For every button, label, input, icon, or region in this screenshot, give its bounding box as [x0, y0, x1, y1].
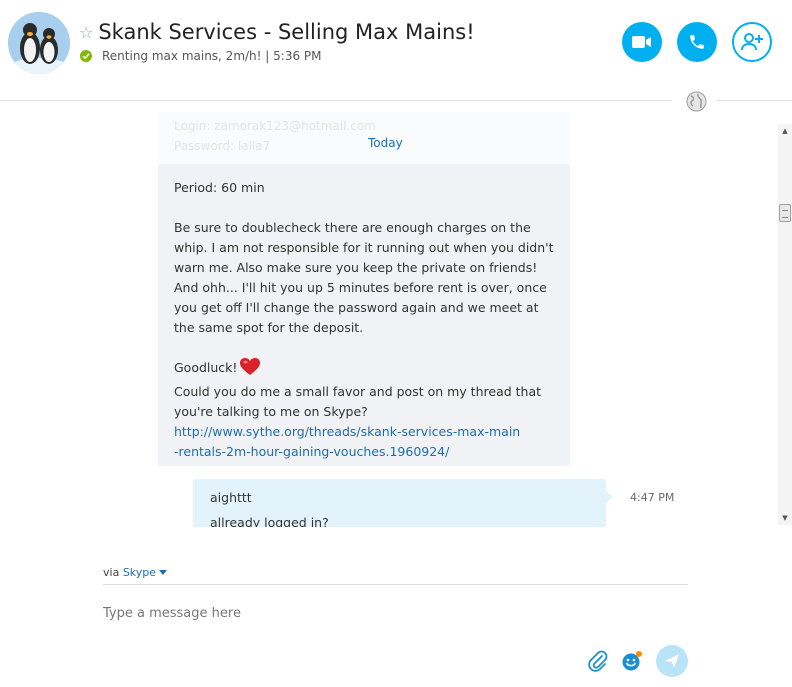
scroll-down-arrow-icon[interactable]: ▼ — [778, 511, 792, 525]
conversation-header: ☆ Skank Services - Selling Max Mains! Re… — [0, 0, 792, 100]
date-divider: Today — [368, 136, 403, 150]
message-line: allready logged in? — [210, 515, 329, 527]
chat-scrollbar[interactable]: ▲ ▼ — [778, 124, 792, 525]
faded-message-text: Login: zamorak123@hotmail.com Password: … — [174, 119, 376, 153]
audio-call-button[interactable] — [677, 22, 717, 62]
outgoing-bubble-tail — [606, 491, 613, 503]
scroll-up-arrow-icon[interactable]: ▲ — [778, 124, 792, 138]
header-divider — [0, 100, 672, 101]
message-line: whip. I am not responsible for it runnin… — [174, 240, 554, 255]
send-via-selector[interactable]: via Skype — [103, 566, 168, 579]
add-people-button[interactable] — [732, 22, 772, 62]
message-line: warn me. Also make sure you keep the pri… — [174, 260, 538, 275]
thread-link-continued[interactable]: -rentals-2m-hour-gaining-vouches.1960924… — [174, 442, 554, 462]
thread-link[interactable]: http://www.sythe.org/threads/skank-servi… — [174, 422, 554, 442]
message-line: Period: 60 min — [174, 180, 265, 195]
favorite-star-icon[interactable]: ☆ — [79, 23, 93, 42]
header-divider-right — [717, 100, 792, 101]
message-line: Be sure to doublecheck there are enough … — [174, 220, 531, 235]
via-service-name[interactable]: Skype — [123, 566, 156, 579]
message-line: Could you do me a small favor and post o… — [174, 384, 542, 399]
incoming-message-bubble[interactable]: Period: 60 min Be sure to doublecheck th… — [158, 164, 570, 466]
compose-divider — [103, 584, 688, 585]
phone-icon — [690, 35, 704, 49]
add-person-icon — [741, 33, 763, 51]
outgoing-message-bubble[interactable]: aighttt allready logged in? — [193, 479, 606, 527]
globe-icon[interactable] — [686, 91, 707, 112]
send-button[interactable] — [656, 645, 688, 677]
avatar[interactable] — [8, 12, 70, 74]
chevron-down-icon[interactable] — [159, 570, 168, 575]
send-arrow-icon — [665, 654, 679, 668]
emoticon-smiley-icon[interactable] — [621, 650, 643, 672]
scrollbar-thumb[interactable] — [779, 204, 791, 222]
title-row: ☆ Skank Services - Selling Max Mains! — [79, 20, 475, 44]
video-call-button[interactable] — [622, 22, 662, 62]
message-line: you get off I'll change the password aga… — [174, 300, 539, 315]
goodluck-line: Goodluck! — [174, 358, 554, 382]
mood-status-text: Renting max mains, 2m/h! | 5:36 PM — [102, 49, 322, 63]
message-line: the same spot for the deposit. — [174, 320, 364, 335]
heart-emoticon-icon — [240, 358, 261, 382]
message-input[interactable] — [103, 603, 583, 623]
paperclip-icon[interactable] — [588, 650, 608, 672]
message-timestamp: 4:47 PM — [630, 491, 675, 504]
message-line: you're talking to me on Skype? — [174, 404, 368, 419]
video-camera-icon — [632, 36, 651, 48]
message-line: And ohh... I'll hit you up 5 minutes bef… — [174, 280, 547, 295]
online-status-icon — [80, 50, 92, 62]
status-row: Renting max mains, 2m/h! | 5:36 PM — [80, 49, 322, 63]
message-line: aighttt — [210, 490, 252, 505]
message-history[interactable]: Login: zamorak123@hotmail.com Password: … — [0, 112, 778, 527]
conversation-title: Skank Services - Selling Max Mains! — [98, 20, 475, 44]
scrollbar-track[interactable] — [778, 138, 792, 511]
